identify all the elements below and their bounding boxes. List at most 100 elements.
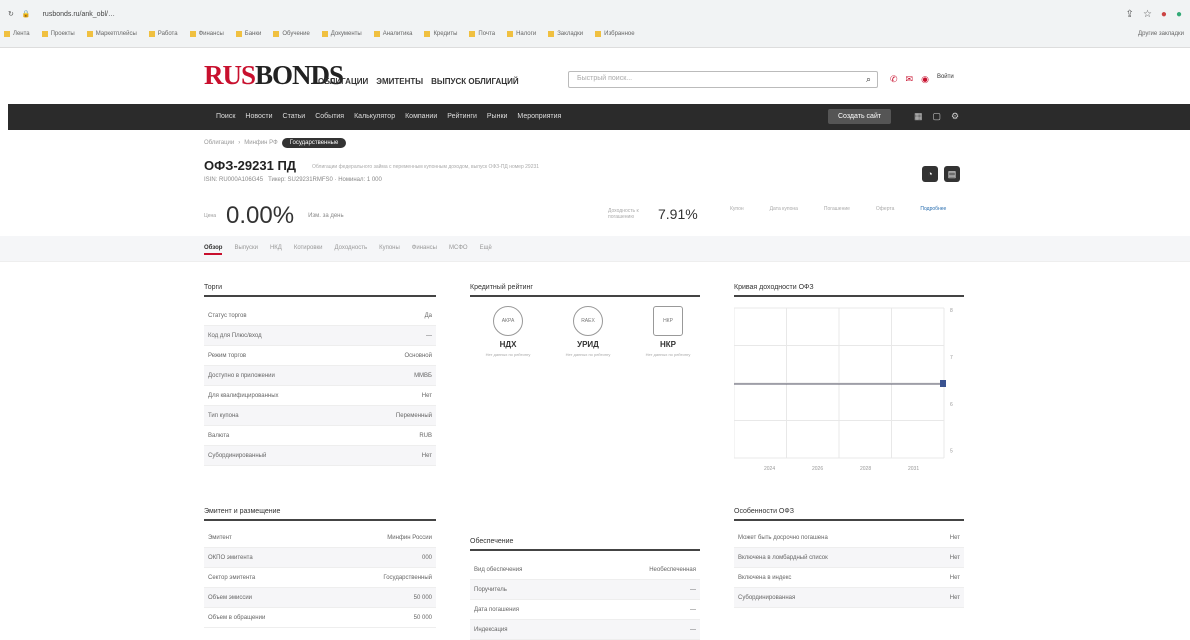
bookmark-label: Почта — [478, 31, 496, 37]
row-label: Доступно в приложении — [208, 372, 275, 379]
chart-icon[interactable]: ◔ — [922, 166, 938, 182]
row-value: RUB — [419, 432, 432, 439]
rating-badge[interactable]: RAEX УРИД Нет данных по рейтингу — [554, 306, 622, 357]
mail-icon[interactable]: ✉ — [906, 74, 914, 85]
y-tick-label: 8 — [950, 308, 953, 314]
rating-desc: Нет данных по рейтингу — [485, 352, 531, 357]
bookmark-item[interactable]: Работа — [148, 31, 178, 37]
bookmark-item[interactable]: Документы — [321, 31, 362, 37]
bookmark-item[interactable]: Аналитика — [373, 31, 412, 37]
header-icons: ✆ ✉ ◉ Войти — [890, 74, 954, 85]
bookmark-label: Обучение — [282, 31, 310, 37]
bond-description: Облигации федерального займа с переменны… — [312, 164, 540, 170]
folder-icon — [424, 31, 431, 37]
site-header: RUSBONDS ОБЛИГАЦИИ ЭМИТЕНТЫ ВЫПУСК ОБЛИГАЦ… — [0, 48, 1190, 104]
bookmarks-other[interactable]: Другие закладки — [1138, 31, 1184, 37]
tab-item[interactable]: Выпуски — [234, 245, 257, 255]
address-bar[interactable]: ↻ 🔒 rusbonds.ru/ank_obl/… ⇪ ☆ ● ● — [8, 6, 1182, 22]
nav-item[interactable]: Новости — [245, 113, 272, 120]
ratings-title: Кредитный рейтинг — [470, 284, 700, 297]
stat-label: Дата купона — [769, 206, 798, 212]
bookmark-item[interactable]: Почта — [469, 31, 495, 37]
tab-item[interactable]: Ещё — [480, 245, 492, 255]
square-icon[interactable]: ▢ — [933, 111, 942, 122]
nav-item[interactable]: Мероприятия — [517, 113, 561, 120]
row-value: Государственный — [383, 574, 432, 581]
tab-item[interactable]: Доходность — [335, 245, 368, 255]
details-link[interactable]: Подробнее — [920, 206, 946, 212]
nav-item[interactable]: События — [315, 113, 344, 120]
table-row: ОКПО эмитента 000 — [204, 548, 436, 568]
user-icon[interactable]: ◉ — [921, 74, 929, 85]
price-value: 0.00% — [226, 202, 295, 229]
row-value: ММВБ — [414, 372, 432, 379]
bookmark-item[interactable]: Банки — [235, 31, 261, 37]
tab-item[interactable]: МСФО — [449, 245, 468, 255]
row-label: Валюта — [208, 432, 230, 439]
share-icon[interactable]: ⇪ — [1126, 9, 1134, 20]
main-nav-item[interactable]: ВЫПУСК ОБЛИГАЦИЙ — [431, 77, 519, 86]
bookmark-item[interactable]: Избранное — [595, 31, 635, 37]
bookmark-item[interactable]: Проекты — [41, 31, 75, 37]
tab-item[interactable]: Финансы — [412, 245, 437, 255]
ytm-value: 7.91% — [658, 206, 698, 222]
profile-icon[interactable]: ● — [1176, 9, 1182, 20]
extension-icon[interactable]: ● — [1161, 9, 1167, 20]
bookmark-item[interactable]: Налоги — [507, 31, 536, 37]
calendar-icon[interactable]: ▤ — [944, 166, 960, 182]
phone-icon[interactable]: ✆ — [890, 74, 898, 85]
tab-item[interactable]: Купоны — [379, 245, 400, 255]
create-site-button[interactable]: Создать сайт — [828, 109, 892, 124]
nav-item[interactable]: Рынки — [487, 113, 508, 120]
bookmark-item[interactable]: Финансы — [189, 31, 224, 37]
search-input[interactable]: Быстрый поиск... ⌕ — [568, 71, 878, 88]
tab-item[interactable]: Котировки — [294, 245, 323, 255]
rating-badge[interactable]: АКРА НДХ Нет данных по рейтингу — [474, 306, 542, 357]
rating-badge[interactable]: НКР НКР Нет данных по рейтингу — [634, 306, 702, 357]
nav-item[interactable]: Поиск — [216, 113, 235, 120]
row-value: Переменный — [395, 412, 432, 419]
crumb-issuer[interactable]: Минфин РФ — [244, 140, 277, 146]
bookmark-item[interactable]: Маркетплейсы — [86, 31, 137, 37]
row-label: Индексация — [474, 626, 508, 633]
y-tick-label: 6 — [950, 402, 953, 408]
bond-stats: Купон Дата купона Погашение Оферта Подробнее — [730, 206, 946, 212]
settings-icon[interactable]: ⚙ — [951, 111, 959, 122]
nav-item[interactable]: Статьи — [283, 113, 306, 120]
login-link[interactable]: Войти — [937, 74, 954, 85]
folder-icon — [469, 31, 476, 37]
bookmark-item[interactable]: Обучение — [273, 31, 310, 37]
x-tick-label: 2028 — [860, 466, 871, 472]
rating-code: НДХ — [499, 340, 517, 349]
nav-item[interactable]: Калькулятор — [354, 113, 395, 120]
row-label: Дата погашения — [474, 606, 519, 613]
search-icon[interactable]: ⌕ — [866, 74, 871, 85]
row-label: Статус торгов — [208, 312, 247, 319]
bookmark-label: Избранное — [604, 31, 635, 37]
tab-item[interactable]: Обзор — [204, 245, 223, 255]
star-icon[interactable]: ☆ — [1143, 9, 1152, 20]
bookmark-item[interactable]: Кредиты — [424, 31, 457, 37]
row-label: Объем эмиссии — [208, 594, 253, 601]
crumb-bonds[interactable]: Облигации — [204, 140, 234, 146]
grid-icon[interactable]: ▦ — [914, 111, 923, 122]
nav-item[interactable]: Компании — [405, 113, 437, 120]
row-value: Да — [424, 312, 432, 319]
bookmark-item[interactable]: Закладки — [548, 31, 583, 37]
main-nav-item[interactable]: ОБЛИГАЦИИ — [318, 77, 368, 86]
issuer-title: Эмитент и размещение — [204, 508, 436, 521]
table-row: Сектор эмитента Государственный — [204, 568, 436, 588]
folder-icon — [235, 31, 242, 37]
bookmark-item[interactable]: Лента — [4, 31, 30, 37]
main-nav-item[interactable]: ЭМИТЕНТЫ — [376, 77, 423, 86]
row-label: Вид обеспечения — [474, 566, 523, 573]
reload-icon[interactable]: ↻ — [8, 10, 14, 18]
bond-type-pill[interactable]: Государственные — [281, 138, 347, 148]
url-text[interactable]: rusbonds.ru/ank_obl/… — [43, 11, 115, 18]
table-row: Включена в ломбардный список Нет — [734, 548, 964, 568]
nav-item[interactable]: Рейтинги — [447, 113, 477, 120]
tab-item[interactable]: НКД — [270, 245, 282, 255]
stat-label: Купон — [730, 206, 744, 212]
price-block: Цена 0.00% Изм. за день — [204, 202, 344, 230]
row-label: Объем в обращении — [208, 614, 266, 621]
